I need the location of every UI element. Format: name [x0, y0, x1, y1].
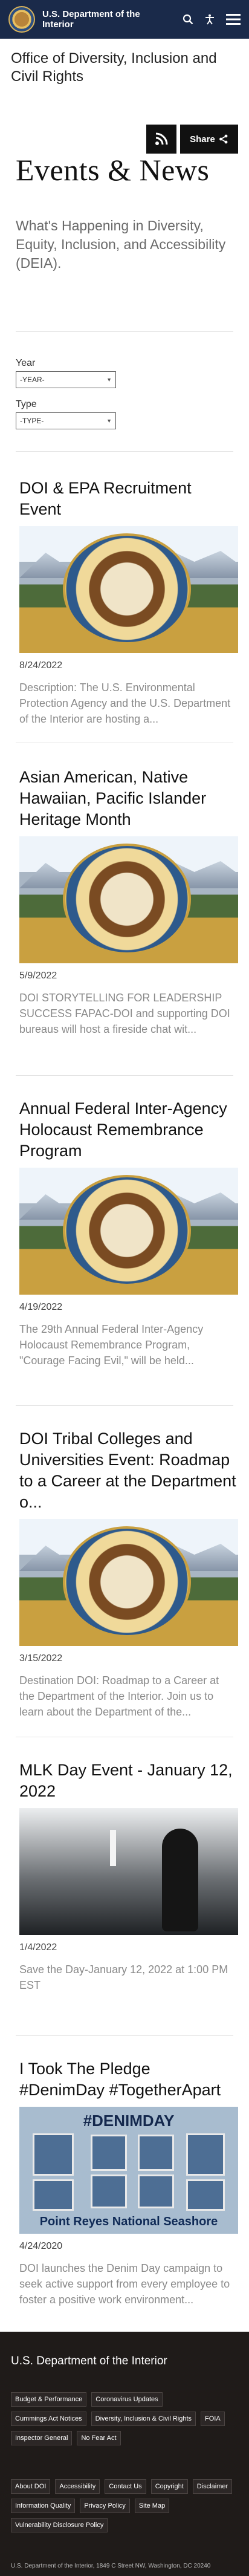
chevron-down-icon: ▼ — [106, 377, 112, 383]
divider — [16, 331, 233, 332]
event-date: 4/24/2020 — [19, 2241, 63, 2251]
page-subtitle: What's Happening in Diversity, Equity, I… — [16, 218, 226, 271]
footer-link[interactable]: About DOI — [11, 2479, 51, 2494]
event-date: 4/19/2022 — [19, 1302, 63, 1312]
event-description: The 29th Annual Federal Inter-Agency Hol… — [19, 1323, 204, 1367]
share-button[interactable]: Share — [180, 125, 238, 154]
event-card[interactable]: MLK Day Event - January 12, 2022 1/4/202… — [19, 1760, 238, 1993]
divider — [16, 1075, 233, 1076]
doi-seal-image — [63, 533, 191, 645]
share-label: Share — [190, 134, 215, 145]
event-card[interactable]: DOI Tribal Colleges and Universities Eve… — [19, 1428, 238, 1720]
event-date: 3/15/2022 — [19, 1653, 63, 1664]
event-title[interactable]: MLK Day Event - January 12, 2022 — [19, 1760, 237, 1802]
divider — [16, 2035, 233, 2036]
share-controls: Share — [146, 125, 238, 154]
filters: Year -YEAR- ▼ Type -TYPE- ▼ — [16, 358, 116, 440]
footer-link[interactable]: Cummings Act Notices — [11, 2412, 86, 2426]
event-image[interactable] — [19, 1168, 238, 1295]
accessibility-icon[interactable] — [204, 14, 215, 25]
footer-address: U.S. Department of the Interior, 1849 C … — [11, 2563, 211, 2569]
footer-link[interactable]: FOIA — [201, 2412, 225, 2426]
event-description: DOI STORYTELLING FOR LEADERSHIP SUCCESS … — [19, 992, 230, 1035]
footer-link[interactable]: Contact Us — [105, 2479, 146, 2494]
search-icon[interactable] — [183, 14, 193, 25]
event-date: 5/9/2022 — [19, 971, 57, 981]
share-icon — [219, 134, 228, 144]
event-date: 1/4/2022 — [19, 1942, 57, 1953]
footer-link[interactable]: No Fear Act — [77, 2431, 121, 2445]
footer-link[interactable]: Information Quality — [11, 2499, 76, 2513]
footer-primary-links: Budget & Performance Coronavirus Updates… — [11, 2392, 238, 2445]
event-card[interactable]: I Took The Pledge #DenimDay #TogetherApa… — [19, 2058, 238, 2308]
divider — [16, 1405, 233, 1406]
site-footer: U.S. Department of the Interior Budget &… — [0, 2332, 249, 2576]
site-header: U.S. Department of the Interior — [0, 0, 249, 39]
page-title: Events & News — [16, 153, 210, 187]
menu-icon[interactable] — [226, 13, 241, 25]
rss-button[interactable] — [146, 125, 176, 154]
type-select[interactable]: -TYPE- ▼ — [16, 412, 116, 429]
event-title[interactable]: Asian American, Native Hawaiian, Pacific… — [19, 767, 237, 830]
event-card[interactable]: Asian American, Native Hawaiian, Pacific… — [19, 767, 238, 1037]
site-brand[interactable]: U.S. Department of the Interior — [42, 9, 151, 30]
event-image[interactable] — [19, 1808, 238, 1935]
denim-image-tag: #DENIMDAY — [83, 2112, 175, 2130]
type-select-value: -TYPE- — [20, 417, 44, 425]
footer-link[interactable]: Accessibility — [55, 2479, 100, 2494]
event-image[interactable] — [19, 1519, 238, 1646]
footer-link[interactable]: Vulnerability Disclosure Policy — [11, 2518, 108, 2532]
footer-link[interactable]: Privacy Policy — [80, 2499, 130, 2513]
denim-image-caption: Point Reyes National Seashore — [39, 2215, 218, 2228]
footer-secondary-links: About DOI Accessibility Contact Us Copyr… — [11, 2479, 238, 2532]
doi-seal-image — [63, 1526, 191, 1638]
year-label: Year — [16, 358, 36, 368]
event-card[interactable]: Annual Federal Inter-Agency Holocaust Re… — [19, 1098, 238, 1368]
footer-link[interactable]: Copyright — [150, 2479, 188, 2494]
year-select-value: -YEAR- — [20, 376, 45, 384]
type-label: Type — [16, 399, 37, 409]
doi-seal-image — [63, 1175, 191, 1286]
event-title[interactable]: Annual Federal Inter-Agency Holocaust Re… — [19, 1098, 237, 1162]
footer-link[interactable]: Site Map — [134, 2499, 170, 2513]
doi-seal-image — [63, 844, 191, 955]
office-title[interactable]: Office of Diversity, Inclusion and Civil… — [0, 39, 249, 129]
event-description: Save the Day-January 12, 2022 at 1:00 PM… — [19, 1963, 228, 1991]
rss-icon — [155, 132, 168, 145]
event-title[interactable]: DOI Tribal Colleges and Universities Eve… — [19, 1428, 237, 1513]
event-description: DOI launches the Denim Day campaign to s… — [19, 2262, 230, 2306]
event-card[interactable]: DOI & EPA Recruitment Event 8/24/2022 De… — [19, 478, 238, 727]
footer-title[interactable]: U.S. Department of the Interior — [11, 2355, 167, 2368]
chevron-down-icon: ▼ — [106, 418, 112, 424]
footer-link[interactable]: Budget & Performance — [11, 2392, 87, 2407]
footer-link[interactable]: Diversity, Inclusion & Civil Rights — [91, 2412, 196, 2426]
event-title[interactable]: I Took The Pledge #DenimDay #TogetherApa… — [19, 2058, 237, 2101]
event-title[interactable]: DOI & EPA Recruitment Event — [19, 478, 237, 520]
footer-link[interactable]: Inspector General — [11, 2431, 73, 2445]
doi-seal-logo[interactable] — [8, 6, 35, 33]
event-description: Description: The U.S. Environmental Prot… — [19, 681, 231, 725]
year-select[interactable]: -YEAR- ▼ — [16, 371, 116, 388]
event-image[interactable] — [19, 836, 238, 963]
divider — [16, 451, 233, 452]
footer-link[interactable]: Disclaimer — [192, 2479, 233, 2494]
footer-link[interactable]: Coronavirus Updates — [91, 2392, 163, 2407]
event-date: 8/24/2022 — [19, 660, 63, 671]
event-image[interactable] — [19, 526, 238, 653]
event-image[interactable]: #DENIMDAY Point Reyes National Seashore — [19, 2107, 238, 2234]
event-description: Destination DOI: Roadmap to a Career at … — [19, 1674, 219, 1718]
